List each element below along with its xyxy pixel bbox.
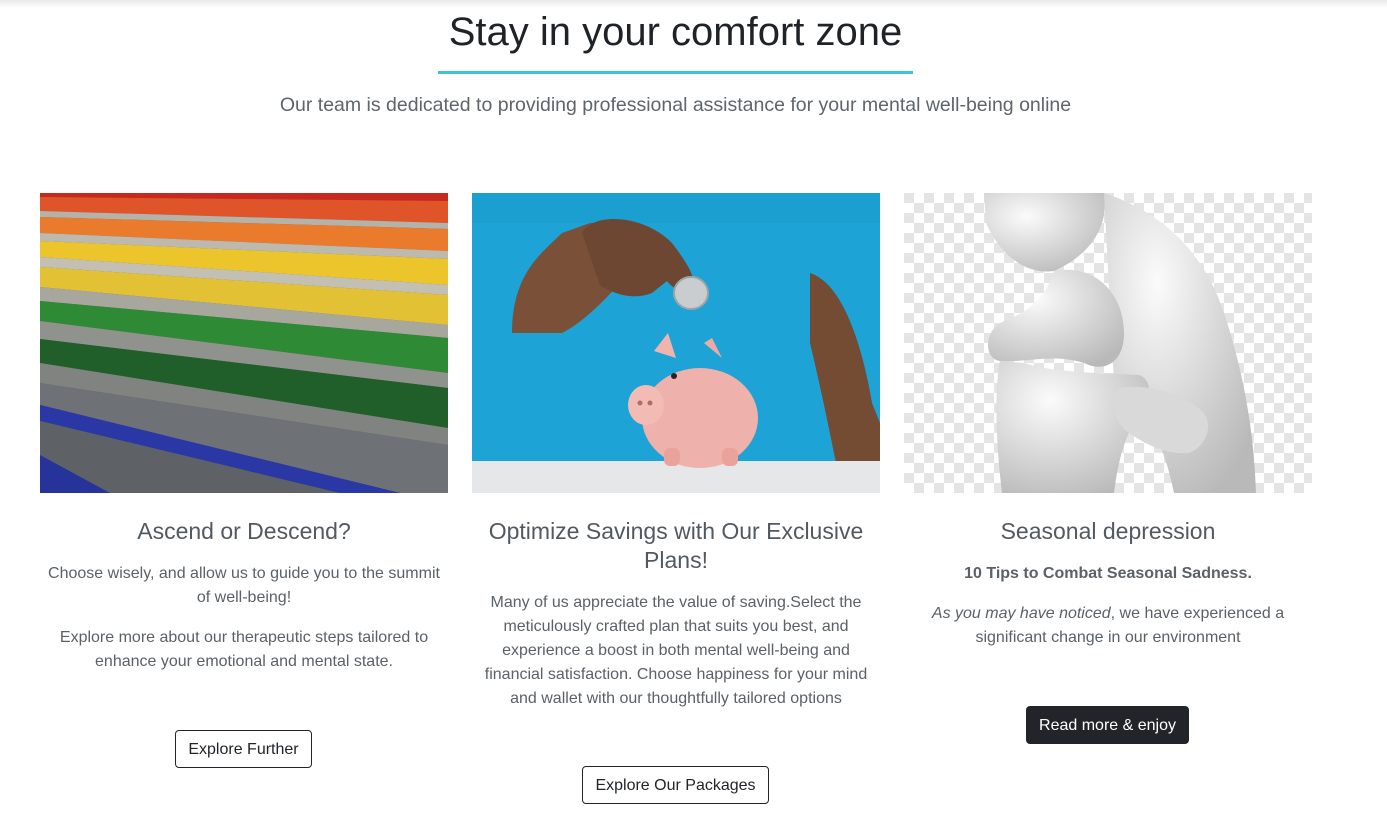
card-title: Optimize Savings with Our Exclusive Plan…	[488, 518, 864, 573]
page-subtitle: Our team is dedicated to providing profe…	[279, 94, 1072, 116]
card-savings: Optimize Savings with Our Exclusive Plan…	[472, 193, 880, 711]
read-more-button[interactable]: Read more & enjoy	[1026, 706, 1189, 744]
card-seasonal-depression: Seasonal depression 10 Tips to Combat Se…	[904, 193, 1312, 650]
title-underline	[438, 71, 913, 74]
card-text-italic: As you may have noticed	[931, 605, 1111, 622]
rainbow-stairs-image	[40, 193, 448, 493]
card-ascend: Ascend or Descend? Choose wisely, and al…	[40, 193, 448, 674]
card-text: Explore more about our therapeutic steps…	[59, 629, 429, 670]
card-text: Choose wisely, and allow us to guide you…	[48, 565, 440, 606]
card-text: Many of us appreciate the value of savin…	[484, 594, 868, 707]
explore-further-button[interactable]: Explore Further	[175, 730, 312, 768]
sad-figure-image	[904, 193, 1312, 493]
header-shadow	[0, 0, 1387, 8]
page-title: Stay in your comfort zone	[448, 10, 903, 54]
card-subtitle: 10 Tips to Combat Seasonal Sadness.	[964, 565, 1252, 582]
piggy-bank-image	[472, 193, 880, 493]
card-text: As you may have noticed, we have experie…	[904, 602, 1312, 650]
explore-packages-button[interactable]: Explore Our Packages	[582, 766, 769, 804]
card-title: Ascend or Descend?	[137, 518, 351, 544]
card-title: Seasonal depression	[1000, 518, 1216, 544]
